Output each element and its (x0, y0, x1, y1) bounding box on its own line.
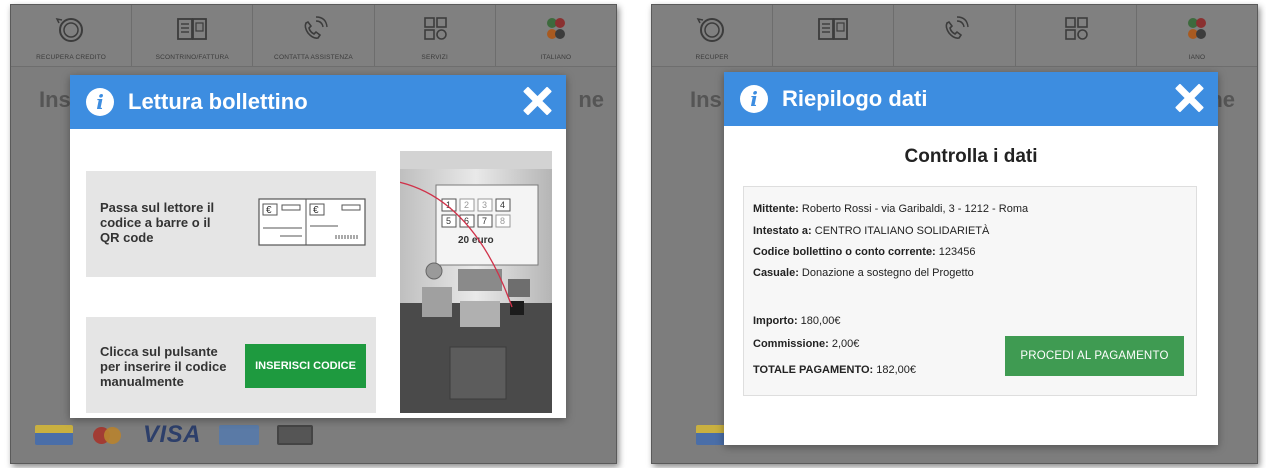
importo-value: 180,00€ (800, 315, 841, 327)
riepilogo-dati-modal: i Riepilogo dati Controlla i dati Mitten… (724, 72, 1218, 445)
kiosk-key-8: 8 (500, 216, 505, 226)
nav-recupera-credito[interactable]: RECUPER (652, 5, 774, 66)
phone-icon (304, 16, 328, 39)
mastercard-logo (91, 425, 125, 445)
totale-value: 182,00€ (876, 364, 917, 376)
top-nav: RECUPERA CREDITO SCONTRINO/FATTURA CONTA… (11, 5, 616, 67)
info-icon: i (740, 85, 768, 113)
grid-icon (423, 17, 447, 40)
kiosk-illustration: 1 2 3 4 5 6 7 8 20 euro (400, 151, 552, 413)
mittente-value: Roberto Rossi - via Garibaldi, 3 - 1212 … (801, 203, 1029, 215)
flag-icon (1187, 18, 1206, 39)
amex-logo (219, 425, 260, 445)
bollettino-icon: € € (258, 198, 366, 246)
euro-symbol-2: € (313, 205, 319, 216)
kiosk-key-2: 2 (464, 200, 469, 210)
close-icon[interactable] (1174, 83, 1204, 113)
causale-line: Casuale: Donazione a sostegno del Proget… (753, 267, 974, 279)
scan-instructions: Passa sul lettore il codice a barre o il… (100, 200, 215, 245)
payment-logos: VISA (35, 421, 314, 448)
kiosk-key-4: 4 (500, 200, 505, 210)
intestato-label: Intestato a: (753, 225, 812, 237)
kiosk-key-3: 3 (482, 200, 487, 210)
kiosk-key-7: 7 (482, 216, 487, 226)
bancomat-logo (35, 425, 73, 445)
coin-refund-icon (696, 17, 725, 42)
commissione-value: 2,00€ (831, 338, 860, 350)
importo-label: Importo: (753, 315, 798, 327)
nav-italiano[interactable]: ITALIANO (496, 5, 616, 66)
top-nav: RECUPER IANO (652, 5, 1257, 67)
lettura-bollettino-modal: i Lettura bollettino Passa sul lettore i… (70, 75, 566, 418)
manual-instructions: Clicca sul pulsante per inserire il codi… (100, 344, 227, 389)
kiosk-screen-riepilogo: RECUPER IANO Ins ne i Riepilogo dati Con… (651, 4, 1258, 464)
close-icon[interactable] (522, 86, 552, 116)
codice-line: Codice bollettino o conto corrente: 1234… (753, 246, 976, 258)
phone-icon (945, 16, 969, 39)
intestato-value: CENTRO ITALIANO SOLIDARIETÀ (814, 225, 990, 237)
receipt-icon (818, 18, 849, 40)
maestro-logo (277, 425, 314, 445)
causale-value: Donazione a sostegno del Progetto (801, 267, 974, 279)
nav-servizi[interactable]: SERVIZI (375, 5, 496, 66)
nav-servizi[interactable] (1016, 5, 1137, 66)
manual-panel: Clicca sul pulsante per inserire il codi… (86, 317, 376, 413)
scan-panel: Passa sul lettore il codice a barre o il… (86, 171, 376, 277)
importo-line: Importo: 180,00€ (753, 315, 840, 327)
totale-label: TOTALE PAGAMENTO: (753, 364, 874, 376)
riepilogo-heading: Controlla i dati (904, 146, 1038, 167)
info-icon: i (86, 88, 114, 116)
background-title-end: ne (578, 87, 604, 112)
euro-symbol-1: € (266, 205, 272, 216)
nav-recupera-credito[interactable]: RECUPERA CREDITO (11, 5, 133, 66)
nav-italiano[interactable]: IANO (1137, 5, 1257, 66)
receipt-icon (177, 18, 208, 40)
modal-header: i Lettura bollettino (70, 75, 566, 129)
inserisci-codice-button[interactable]: INSERISCI CODICE (245, 344, 366, 388)
commissione-line: Commissione: 2,00€ (753, 338, 859, 350)
intestato-line: Intestato a: CENTRO ITALIANO SOLIDARIETÀ (753, 225, 989, 237)
modal-title: Lettura bollettino (128, 89, 308, 114)
codice-value: 123456 (938, 246, 976, 258)
nav-scontrino-fattura[interactable] (773, 5, 895, 66)
nav-contatta-assistenza[interactable]: CONTATTA ASSISTENZA (253, 5, 375, 66)
causale-label: Casuale: (753, 267, 799, 279)
mittente-label: Mittente: (753, 203, 799, 215)
modal-title: Riepilogo dati (782, 86, 928, 111)
background-title-start: Ins (39, 87, 71, 112)
background-title-start: Ins (690, 87, 722, 112)
kiosk-screen-lettura: RECUPERA CREDITO SCONTRINO/FATTURA CONTA… (10, 4, 617, 464)
commissione-label: Commissione: (753, 338, 829, 350)
flag-icon (546, 18, 565, 39)
data-summary-box: Mittente: Roberto Rossi - via Garibaldi,… (743, 186, 1197, 396)
modal-header: i Riepilogo dati (724, 72, 1218, 126)
coin-refund-icon (55, 17, 84, 42)
visa-logo: VISA (143, 421, 202, 448)
nav-scontrino-fattura[interactable]: SCONTRINO/FATTURA (132, 5, 254, 66)
codice-label: Codice bollettino o conto corrente: (753, 246, 936, 258)
grid-icon (1064, 17, 1088, 40)
totale-line: TOTALE PAGAMENTO: 182,00€ (753, 364, 916, 376)
kiosk-key-5: 5 (446, 216, 451, 226)
mittente-line: Mittente: Roberto Rossi - via Garibaldi,… (753, 203, 1028, 215)
nav-contatta-assistenza[interactable] (894, 5, 1016, 66)
procedi-al-pagamento-button[interactable]: PROCEDI AL PAGAMENTO (1005, 336, 1184, 376)
